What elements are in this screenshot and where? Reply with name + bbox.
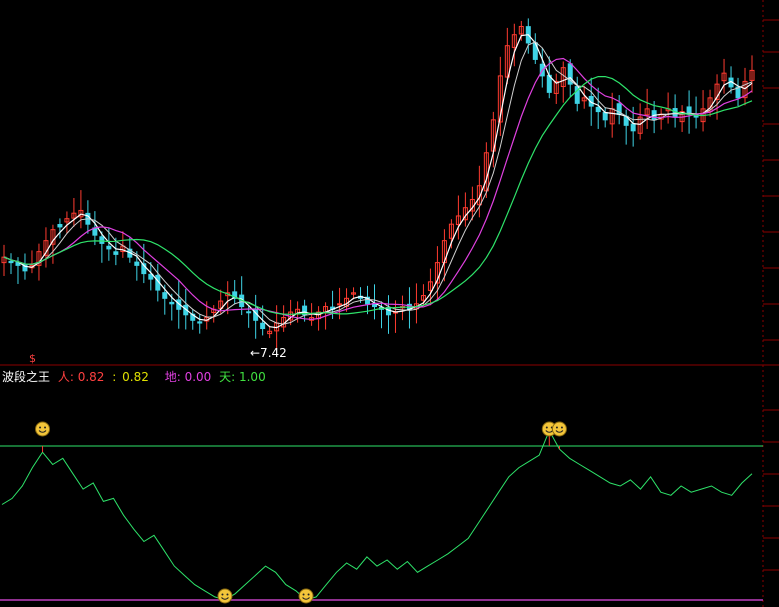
smiley-icon: [217, 588, 233, 604]
candle-body-23: [162, 292, 168, 299]
ren-label: 人:: [57, 370, 74, 384]
tian-value: 1.00: [238, 370, 266, 384]
smiley-eye-right-top-55: [560, 426, 563, 429]
di-value: 0.00: [184, 370, 212, 384]
smiley-eye-left-top-4: [39, 426, 42, 429]
smiley-eye-right-bottom-22: [226, 593, 229, 596]
low-price-annotation: ←7.42: [250, 346, 287, 360]
oscillator-layer: [0, 429, 763, 601]
indicator-header: 波段之王 人: 0.82 : 0.82 地: 0.00 天: 1.00: [2, 368, 270, 385]
smiley-eye-left-bottom-30: [302, 593, 305, 596]
smiley-icon: [298, 588, 314, 604]
ren-sep: :: [112, 370, 117, 384]
smiley-eye-left-top-55: [555, 426, 558, 429]
candle-body-24: [169, 301, 175, 305]
candle-body-86: [602, 112, 608, 121]
candle-body-35: [246, 311, 252, 314]
tian-label: 天:: [219, 370, 236, 384]
smiley-face-top-4: [35, 421, 51, 437]
ren-value: 0.82: [77, 370, 105, 384]
candle-body-48: [337, 303, 343, 306]
candle-body-19: [134, 261, 140, 266]
candle-body-16: [113, 251, 119, 255]
smiley-eye-left-bottom-22: [221, 593, 224, 596]
smiley-eye-left-top-54: [545, 426, 548, 429]
candles-layer: [1, 18, 755, 349]
candle-body-37: [260, 322, 266, 330]
candle-body-28: [197, 321, 203, 324]
candle-body-85: [595, 106, 601, 113]
smiley-face-top-55: [551, 421, 567, 437]
smiley-icon: [551, 421, 567, 437]
smiley-face-bottom-22: [217, 588, 233, 604]
di-label: 地:: [164, 370, 181, 384]
indicator-title: 波段之王: [2, 370, 51, 384]
ma-magenta-line: [3, 57, 753, 321]
smiley-eye-right-bottom-30: [307, 593, 310, 596]
candle-body-14: [99, 236, 105, 244]
moving-averages-layer: [3, 34, 753, 329]
signal-icons-layer: [35, 421, 567, 604]
smiley-eye-right-top-4: [44, 426, 47, 429]
ma-mid-line: [3, 41, 753, 325]
candle-body-90: [630, 123, 636, 132]
candle-body-15: [106, 245, 112, 250]
smiley-icon: [35, 421, 51, 437]
smiley-face-bottom-30: [298, 588, 314, 604]
ren-value-2: 0.82: [122, 370, 149, 384]
stock-chart-canvas: [0, 0, 779, 607]
ren-oscillator-line: [1, 429, 753, 601]
grid-layer: [0, 0, 779, 607]
candle-body-1: [8, 260, 14, 264]
ma-short-line: [3, 34, 753, 329]
top-marker: $: [29, 352, 36, 365]
candle-body-8: [57, 224, 63, 228]
